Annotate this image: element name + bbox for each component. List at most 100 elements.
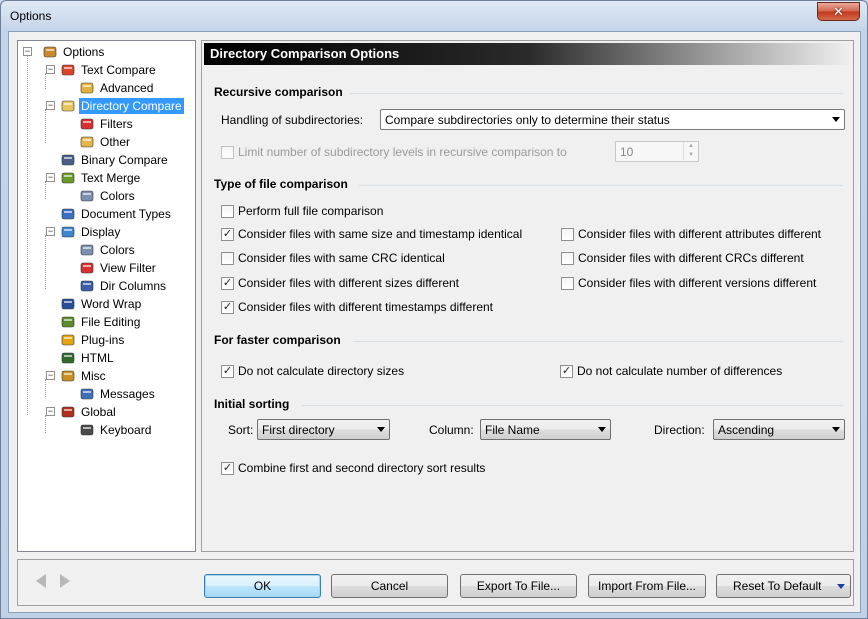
- tree-item-label: Plug-ins: [81, 333, 125, 347]
- plugin-icon: [60, 332, 76, 348]
- tree-expander-icon[interactable]: −: [46, 173, 55, 182]
- direction-label: Direction:: [654, 423, 705, 437]
- tree-item-label: Options: [63, 45, 105, 59]
- num-diffs-label: Do not calculate number of differences: [577, 364, 783, 378]
- tree-item[interactable]: Text Compare: [60, 61, 158, 79]
- checkbox-box: [221, 145, 234, 159]
- tree-item-label: Text Merge: [81, 171, 141, 185]
- display-icon: [60, 224, 76, 240]
- tree-item[interactable]: HTML: [60, 349, 116, 367]
- combine-sort-label: Combine first and second directory sort …: [238, 461, 486, 475]
- tree-item-label: File Editing: [81, 315, 141, 329]
- tree-item[interactable]: Colors: [79, 187, 137, 205]
- checkbox-box: ✓: [221, 227, 234, 241]
- comparison-checkbox[interactable]: ✓ Consider files with same size and times…: [221, 227, 522, 241]
- spin-up-icon[interactable]: ▲: [683, 142, 698, 151]
- tree-item[interactable]: Advanced: [79, 79, 155, 97]
- sorting-section-title: Initial sorting: [214, 397, 290, 411]
- tree-item-label: Word Wrap: [81, 297, 142, 311]
- sort-label: Sort:: [228, 423, 254, 437]
- export-button[interactable]: Export To File...: [460, 574, 577, 598]
- misc-icon: [60, 368, 76, 384]
- tree-item[interactable]: Text Merge: [60, 169, 142, 187]
- tree-item-label: Keyboard: [100, 423, 152, 437]
- tree-expander-icon[interactable]: −: [46, 65, 55, 74]
- dialog-client: − Options − Text Compare Advanced − Directory …: [8, 31, 861, 613]
- comparison-checkbox-label: Consider files with different timestamps…: [238, 300, 494, 314]
- tree-item[interactable]: Dir Columns: [79, 277, 168, 295]
- dir-sizes-checkbox[interactable]: ✓ Do not calculate directory sizes: [221, 364, 404, 378]
- tree-item[interactable]: Display: [60, 223, 122, 241]
- tree-item-label: Global: [81, 405, 116, 419]
- tree-item[interactable]: Binary Compare: [60, 151, 170, 169]
- checkbox-box: ✓: [221, 364, 234, 378]
- chevron-down-icon[interactable]: [837, 584, 845, 589]
- sort-dropdown[interactable]: First directory: [257, 419, 390, 440]
- window-title: Options: [10, 9, 52, 23]
- tree-item[interactable]: Other: [79, 133, 132, 151]
- comparison-checkbox[interactable]: Consider files with different versions d…: [561, 276, 816, 290]
- tree-expander-icon[interactable]: −: [46, 371, 55, 380]
- tree-item-label: Text Compare: [81, 63, 156, 77]
- direction-dropdown[interactable]: Ascending: [713, 419, 845, 440]
- chevron-down-icon: [832, 427, 840, 432]
- column-value: File Name: [485, 423, 540, 437]
- tree-expander-icon[interactable]: −: [46, 227, 55, 236]
- column-dropdown[interactable]: File Name: [480, 419, 611, 440]
- tree-item-label: Colors: [100, 189, 135, 203]
- tree-item[interactable]: Global: [60, 403, 118, 421]
- tree-item-label: Colors: [100, 243, 135, 257]
- tree-item[interactable]: View Filter: [79, 259, 158, 277]
- tree-item[interactable]: File Editing: [60, 313, 142, 331]
- checkbox-box: [221, 251, 234, 265]
- chevron-down-icon: [832, 117, 840, 122]
- options-window: Options ✕ − Options − Text Compare Advanced −…: [0, 0, 868, 619]
- tree-item[interactable]: Colors: [79, 241, 137, 259]
- tree-item-label: Directory Compare: [79, 98, 184, 114]
- comparison-checkbox[interactable]: Consider files with different attributes…: [561, 227, 821, 241]
- tree-item-label: Dir Columns: [100, 279, 167, 293]
- forward-arrow-icon[interactable]: [60, 574, 70, 588]
- colors-icon: [79, 242, 95, 258]
- tree-expander-icon[interactable]: −: [23, 47, 32, 56]
- tree-expander-icon[interactable]: −: [46, 407, 55, 416]
- comparison-checkbox[interactable]: Consider files with same CRC identical: [221, 251, 445, 265]
- comparison-checkbox[interactable]: ✓ Consider files with different timestamp…: [221, 300, 493, 314]
- tree-item[interactable]: Directory Compare: [60, 97, 184, 115]
- tree-item-label: View Filter: [100, 261, 156, 275]
- limit-levels-value: 10: [620, 145, 634, 159]
- comparison-checkbox[interactable]: Consider files with different CRCs diffe…: [561, 251, 804, 265]
- options-panel: Directory Comparison Options Recursive c…: [201, 40, 854, 552]
- tree-item-label: Advanced: [100, 81, 154, 95]
- options-tree[interactable]: − Options − Text Compare Advanced − Directory …: [17, 40, 196, 552]
- comparison-checkbox[interactable]: ✓ Consider files with different sizes dif…: [221, 276, 459, 290]
- back-arrow-icon[interactable]: [36, 574, 46, 588]
- tree-item[interactable]: Keyboard: [79, 421, 153, 439]
- tree-item[interactable]: Document Types: [60, 205, 173, 223]
- title-bar[interactable]: Options ✕: [1, 1, 867, 31]
- tree-item[interactable]: Word Wrap: [60, 295, 143, 313]
- comparison-checkbox-label: Consider files with different sizes diff…: [238, 276, 459, 290]
- import-button[interactable]: Import From File...: [588, 574, 706, 598]
- ok-button[interactable]: OK: [204, 574, 321, 598]
- checkbox-box: [561, 276, 574, 290]
- limit-levels-label: Limit number of subdirectory levels in r…: [238, 145, 567, 159]
- subdirectories-dropdown[interactable]: Compare subdirectories only to determine…: [380, 109, 845, 130]
- tree-expander-icon[interactable]: −: [46, 101, 55, 110]
- full-comparison-checkbox[interactable]: Perform full file comparison: [221, 204, 383, 218]
- checkbox-box: ✓: [560, 364, 573, 378]
- limit-levels-spinner[interactable]: 10 ▲ ▼: [615, 141, 699, 162]
- limit-levels-checkbox[interactable]: Limit number of subdirectory levels in r…: [221, 145, 567, 159]
- combine-sort-checkbox[interactable]: ✓ Combine first and second directory sor…: [221, 461, 485, 475]
- tree-item[interactable]: Plug-ins: [60, 331, 126, 349]
- num-diffs-checkbox[interactable]: ✓ Do not calculate number of differences: [560, 364, 782, 378]
- tree-item[interactable]: Filters: [79, 115, 135, 133]
- tree-item[interactable]: Messages: [79, 385, 157, 403]
- close-button[interactable]: ✕: [817, 2, 860, 21]
- spin-down-icon[interactable]: ▼: [683, 151, 698, 160]
- reset-button[interactable]: Reset To Default: [716, 574, 851, 598]
- tree-item[interactable]: Misc: [60, 367, 108, 385]
- tree-item[interactable]: Options: [42, 43, 106, 61]
- button-bar: OK Cancel Export To File... Import From …: [17, 559, 854, 606]
- cancel-button[interactable]: Cancel: [331, 574, 448, 598]
